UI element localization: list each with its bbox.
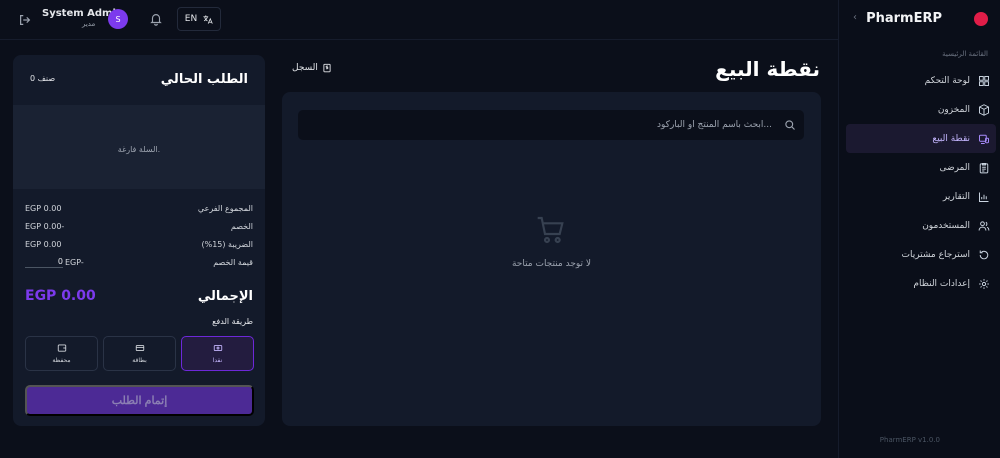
total-value: EGP 0.00 bbox=[25, 288, 96, 304]
discount-row: EGP 0.00- الخصم bbox=[25, 217, 253, 235]
discount-amount-row: EGP- قيمة الخصم bbox=[25, 253, 253, 271]
return-icon bbox=[979, 250, 989, 259]
cart-icon bbox=[537, 216, 564, 244]
payment-method-label: نقدا bbox=[212, 358, 223, 364]
order-summary: EGP 0.00 المجموع الفرعي EGP 0.00- الخصم … bbox=[25, 199, 253, 271]
sidebar-item-inventory[interactable]: المخزون bbox=[838, 95, 1000, 124]
payment-method-label: طريقة الدفع bbox=[212, 317, 253, 326]
subtotal-label: المجموع الفرعي bbox=[197, 203, 253, 213]
brand-name: PharmERP bbox=[866, 11, 942, 26]
sidebar-item-settings[interactable]: إعدادات النظام bbox=[838, 269, 1000, 298]
discount-amount-label: قيمة الخصم bbox=[213, 257, 253, 267]
order-title: الطلب الحالي bbox=[160, 72, 248, 87]
sidebar-item-label: استرجاع مشتريات bbox=[901, 249, 970, 260]
discount-value: EGP 0.00- bbox=[25, 221, 65, 231]
order-header: الطلب الحالي 0 صنف bbox=[13, 55, 265, 105]
history-button[interactable]: السجل bbox=[292, 63, 332, 73]
payment-method-label: محفظة bbox=[52, 358, 71, 364]
sidebar: ‹ PharmERP القائمة الرئيسية لوحة التحكم … bbox=[838, 0, 1000, 458]
app-version: PharmERP v1.0.0 bbox=[879, 436, 940, 444]
payment-card-button[interactable]: بطاقة bbox=[103, 336, 176, 371]
users-icon bbox=[978, 220, 990, 231]
sidebar-item-label: المرضى bbox=[939, 162, 970, 173]
language-switcher[interactable]: EN bbox=[177, 7, 221, 31]
chevron-left-icon[interactable]: ‹ bbox=[853, 12, 857, 23]
search-input[interactable] bbox=[298, 110, 778, 140]
total-row: EGP 0.00 الإجمالي bbox=[25, 288, 253, 304]
payment-methods: محفظة بطاقة نقدا bbox=[25, 336, 254, 371]
sidebar-nav: لوحة التحكم المخزون نقطة البيع المرضى ال… bbox=[838, 66, 1000, 298]
user-role: مدير bbox=[82, 20, 96, 28]
tax-row: EGP 0.00 الضريبة (15%) bbox=[25, 235, 253, 253]
current-order-panel: الطلب الحالي 0 صنف السلة فارغة. EGP 0.00… bbox=[13, 55, 265, 426]
dashboard-icon bbox=[979, 75, 989, 86]
discount-amount-input[interactable] bbox=[25, 256, 63, 268]
discount-label: الخصم bbox=[230, 221, 253, 231]
subtotal-row: EGP 0.00 المجموع الفرعي bbox=[25, 199, 253, 217]
sidebar-item-purchase-returns[interactable]: استرجاع مشتريات bbox=[838, 240, 1000, 269]
tax-label: الضريبة (15%) bbox=[201, 239, 253, 249]
sidebar-item-label: التقارير bbox=[942, 191, 970, 202]
sidebar-item-label: نقطة البيع bbox=[932, 133, 970, 144]
pos-icon bbox=[979, 134, 989, 144]
receipt-icon bbox=[323, 63, 331, 73]
item-count: 0 صنف bbox=[30, 74, 56, 83]
sidebar-item-reports[interactable]: التقارير bbox=[838, 182, 1000, 211]
empty-products-message: لا توجد منتجات متاحة bbox=[511, 259, 592, 269]
chart-icon bbox=[979, 192, 989, 202]
history-label: السجل bbox=[292, 63, 318, 73]
card-icon bbox=[135, 345, 144, 351]
search-icon bbox=[785, 120, 795, 130]
cash-icon bbox=[213, 345, 222, 351]
products-panel: لا توجد منتجات متاحة bbox=[282, 92, 821, 426]
clipboard-icon bbox=[979, 162, 989, 173]
sidebar-item-dashboard[interactable]: لوحة التحكم bbox=[838, 66, 1000, 95]
page-title: نقطة البيع bbox=[715, 57, 820, 81]
empty-cart-message: السلة فارغة. bbox=[117, 145, 161, 154]
bell-icon[interactable] bbox=[149, 11, 163, 26]
subtotal-value: EGP 0.00 bbox=[25, 203, 62, 213]
payment-wallet-button[interactable]: محفظة bbox=[25, 336, 98, 371]
brand-logo bbox=[974, 12, 988, 26]
gear-icon bbox=[979, 278, 989, 289]
avatar[interactable]: S bbox=[108, 9, 128, 29]
sidebar-item-label: لوحة التحكم bbox=[924, 75, 970, 86]
translate-icon bbox=[203, 14, 213, 24]
tax-value: EGP 0.00 bbox=[25, 239, 62, 249]
cart-items-area: السلة فارغة. bbox=[13, 105, 265, 189]
logout-icon[interactable] bbox=[18, 12, 32, 26]
nav-section-label: القائمة الرئيسية bbox=[942, 50, 988, 58]
sidebar-item-label: المستخدمون bbox=[922, 220, 970, 231]
sidebar-item-patients[interactable]: المرضى bbox=[838, 153, 1000, 182]
wallet-icon bbox=[57, 344, 66, 352]
top-bar: System Admin مدير S EN bbox=[0, 0, 838, 40]
payment-cash-button[interactable]: نقدا bbox=[181, 336, 254, 371]
sidebar-item-label: المخزون bbox=[937, 104, 970, 115]
discount-currency: EGP- bbox=[65, 257, 84, 267]
sidebar-item-pos[interactable]: نقطة البيع bbox=[846, 124, 996, 153]
total-label: الإجمالي bbox=[197, 288, 253, 304]
search-box bbox=[298, 110, 804, 140]
discount-amount-field: EGP- bbox=[25, 256, 84, 268]
language-label: EN bbox=[184, 14, 198, 24]
sidebar-item-users[interactable]: المستخدمون bbox=[838, 211, 1000, 240]
sidebar-item-label: إعدادات النظام bbox=[913, 278, 970, 289]
complete-order-button[interactable]: إتمام الطلب bbox=[25, 385, 254, 416]
app-root: System Admin مدير S EN ‹ PharmERP القائم… bbox=[0, 0, 1000, 458]
box-icon bbox=[979, 103, 989, 116]
payment-method-label: بطاقة bbox=[132, 358, 147, 364]
